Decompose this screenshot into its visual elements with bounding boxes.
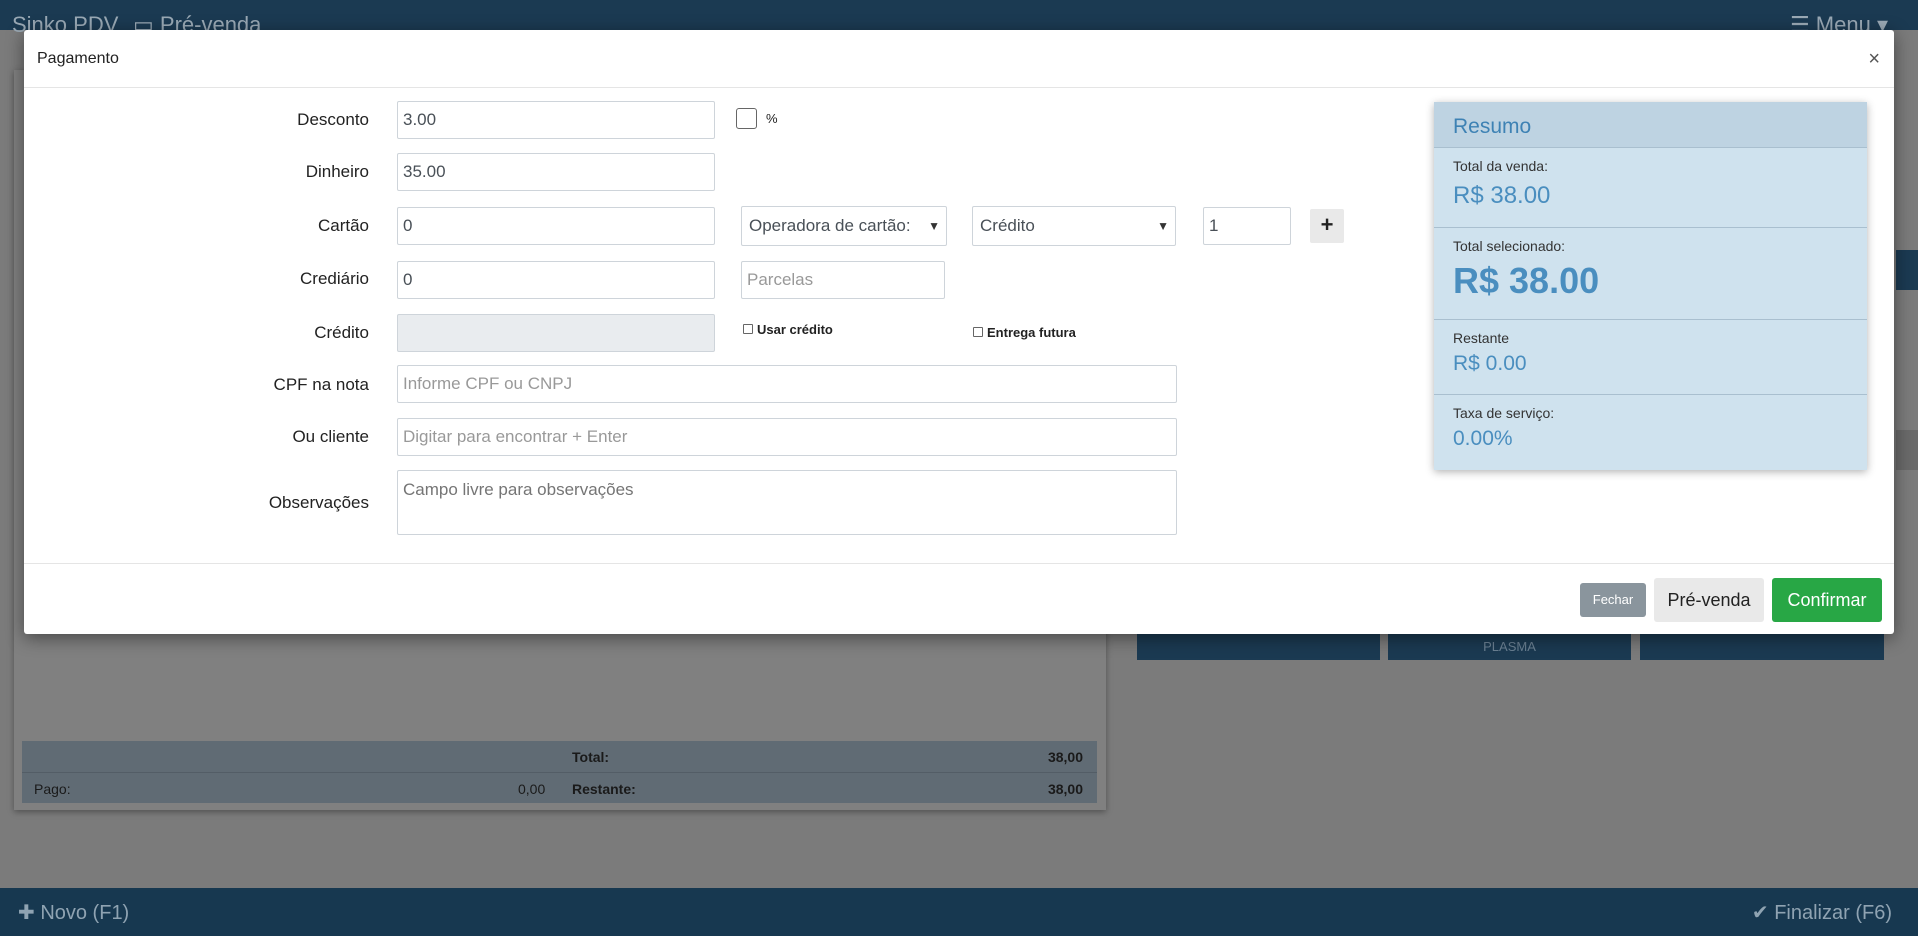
pago-value: 0,00 <box>518 781 546 797</box>
finalizar-button[interactable]: ✔ Finalizar (F6) <box>1752 900 1892 925</box>
cartao-input[interactable]: 0 <box>397 207 715 245</box>
product-tile[interactable]: PLASMA <box>1388 634 1631 660</box>
crediario-label: Crediário <box>300 269 369 288</box>
taxa-value: 0.00% <box>1453 427 1513 450</box>
percent-label: % <box>766 111 778 126</box>
novo-button[interactable]: ✚ Novo (F1) <box>18 900 129 925</box>
side-panel-edge <box>1896 430 1918 470</box>
entrega-futura-label: Entrega futura <box>987 325 1076 340</box>
observacoes-textarea[interactable] <box>397 470 1177 535</box>
bottom-action-bar <box>0 888 1918 936</box>
payment-modal: Pagamento × Desconto 3.00 % Dinheiro 35.… <box>24 30 1894 634</box>
add-card-button[interactable]: + <box>1310 209 1344 243</box>
crediario-parcelas-input[interactable]: Parcelas <box>741 261 945 299</box>
cartao-label: Cartão <box>317 216 369 235</box>
total-venda-label: Total da venda: <box>1453 158 1548 174</box>
side-panel-edge <box>1896 250 1918 290</box>
total-value: 38,00 <box>1047 749 1083 765</box>
summary-title: Resumo <box>1453 115 1532 138</box>
restante-summary-label: Restante <box>1453 330 1510 346</box>
dinheiro-input[interactable]: 35.00 <box>397 153 715 191</box>
product-tile[interactable] <box>1640 634 1884 660</box>
observacoes-label: Observações <box>268 493 369 512</box>
credito-input <box>397 314 715 352</box>
summary-header: Resumo <box>1434 102 1867 148</box>
product-tile[interactable] <box>1137 634 1380 660</box>
restante-label: Restante: <box>572 781 636 797</box>
close-icon[interactable]: × <box>1868 48 1880 71</box>
summary-total-selecionado: Total selecionado: R$ 38.00 <box>1434 228 1867 320</box>
total-selecionado-value: R$ 38.00 <box>1453 260 1600 301</box>
usar-credito-label: Usar crédito <box>757 322 833 337</box>
taxa-label: Taxa de serviço: <box>1453 405 1555 421</box>
summary-total-venda: Total da venda: R$ 38.00 <box>1434 148 1867 228</box>
credito-label: Crédito <box>314 323 369 342</box>
operadora-select[interactable]: Operadora de cartão: ▼ <box>741 206 947 246</box>
prevenda-button[interactable]: Pré-venda <box>1654 578 1764 622</box>
modal-header: Pagamento × <box>24 30 1894 88</box>
pago-label: Pago: <box>34 781 71 797</box>
total-label: Total: <box>572 749 610 765</box>
usar-credito-checkbox[interactable] <box>743 324 753 334</box>
summary-taxa: Taxa de serviço: 0.00% <box>1434 395 1867 470</box>
tipo-cartao-select[interactable]: Crédito ▼ <box>972 206 1176 246</box>
sale-totals: Total: 38,00 Pago: 0,00 Restante: 38,00 <box>22 741 1097 803</box>
tipo-cartao-value: Crédito <box>980 216 1035 235</box>
restante-summary-value: R$ 0.00 <box>1453 352 1527 375</box>
cliente-search-input[interactable]: Digitar para encontrar + Enter <box>397 418 1177 456</box>
desconto-input[interactable]: 3.00 <box>397 101 715 139</box>
summary-panel: Resumo Total da venda: R$ 38.00 Total se… <box>1434 102 1867 470</box>
cpf-label: CPF na nota <box>273 375 369 394</box>
cpf-input[interactable]: Informe CPF ou CNPJ <box>397 365 1177 403</box>
confirmar-button[interactable]: Confirmar <box>1772 578 1882 622</box>
summary-restante: Restante R$ 0.00 <box>1434 320 1867 395</box>
total-selecionado-label: Total selecionado: <box>1453 238 1566 254</box>
total-venda-value: R$ 38.00 <box>1453 182 1551 209</box>
chevron-down-icon: ▼ <box>1157 219 1169 233</box>
desconto-label: Desconto <box>297 110 369 129</box>
entrega-futura-checkbox[interactable] <box>973 327 983 337</box>
chevron-down-icon: ▼ <box>928 219 940 233</box>
cartao-parcelas-input[interactable]: 1 <box>1203 207 1291 245</box>
modal-title: Pagamento <box>37 50 119 67</box>
crediario-input[interactable]: 0 <box>397 261 715 299</box>
fechar-button[interactable]: Fechar <box>1580 583 1646 617</box>
cliente-label: Ou cliente <box>292 427 369 446</box>
percent-checkbox[interactable] <box>736 108 757 129</box>
dinheiro-label: Dinheiro <box>305 162 369 181</box>
restante-value: 38,00 <box>1047 781 1083 797</box>
top-navbar <box>0 0 1918 30</box>
operadora-select-value: Operadora de cartão: <box>749 216 911 235</box>
